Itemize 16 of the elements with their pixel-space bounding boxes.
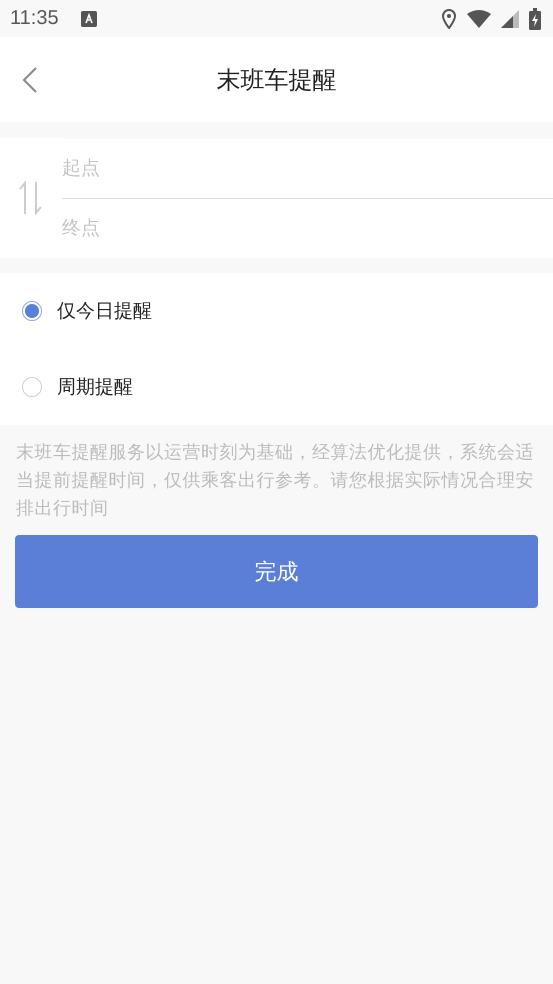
signal-icon bbox=[501, 10, 519, 28]
done-button[interactable]: 完成 bbox=[15, 535, 538, 608]
radio-button[interactable] bbox=[22, 301, 42, 321]
option-label: 仅今日提醒 bbox=[57, 299, 152, 324]
start-field[interactable]: 起点 bbox=[62, 138, 553, 198]
radio-button[interactable] bbox=[22, 377, 42, 397]
back-icon[interactable] bbox=[22, 67, 38, 93]
wifi-icon bbox=[467, 10, 491, 28]
end-field[interactable]: 终点 bbox=[62, 198, 553, 258]
page-title: 末班车提醒 bbox=[216, 64, 336, 96]
battery-icon bbox=[529, 8, 541, 30]
status-time: 11:35 bbox=[10, 7, 59, 30]
location-icon bbox=[441, 8, 457, 28]
option-label: 周期提醒 bbox=[57, 375, 133, 400]
keyboard-icon bbox=[80, 10, 97, 26]
notice-text: 末班车提醒服务以运营时刻为基础，经算法优化提供，系统会适当提前提醒时间，仅供乘客出行参考。请您根据实际情况合理安排出行时间 bbox=[16, 441, 535, 521]
